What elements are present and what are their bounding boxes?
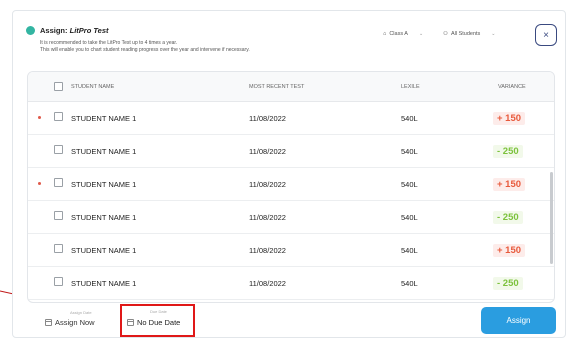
modal-subtitle: It is recommended to take the LitPro Tes… (40, 40, 250, 53)
lexile: 540L (401, 246, 418, 255)
class-filter-dropdown[interactable]: ⌂ Class A ⌄ (383, 31, 423, 37)
table-scrollbar[interactable] (550, 172, 553, 264)
modal-header: Assign: LitPro Test It is recommended to… (13, 11, 565, 71)
chevron-down-icon: ⌄ (491, 31, 496, 37)
assign-screen: Assign: LitPro Test It is recommended to… (0, 0, 570, 341)
due-date-value: No Due Date (137, 318, 181, 327)
title-prefix: Assign: (40, 26, 68, 35)
subtitle-line-2: This will enable you to chart student re… (40, 46, 250, 53)
header-most-recent-test[interactable]: MOST RECENT TEST (249, 84, 304, 90)
lexile: 540L (401, 114, 418, 123)
assign-modal: Assign: LitPro Test It is recommended to… (12, 10, 566, 338)
lexile: 540L (401, 147, 418, 156)
most-recent-test: 11/08/2022 (249, 246, 286, 255)
lexile: 540L (401, 213, 418, 222)
calendar-icon (45, 319, 52, 326)
table-row[interactable]: STUDENT NAME 1 11/08/2022 540L + 150 (28, 168, 554, 201)
calendar-icon (127, 319, 134, 326)
flag-dot-icon (38, 182, 41, 185)
table-row[interactable]: STUDENT NAME 1 11/08/2022 540L - 250 (28, 135, 554, 168)
assign-now-dropdown[interactable]: Assign Now (45, 318, 95, 327)
due-date-dropdown[interactable]: No Due Date (127, 318, 180, 327)
student-name: STUDENT NAME 1 (71, 180, 137, 189)
most-recent-test: 11/08/2022 (249, 180, 286, 189)
class-icon: ⌂ (383, 31, 387, 37)
close-icon: × (543, 29, 549, 41)
table-row[interactable]: STUDENT NAME 1 11/08/2022 540L - 250 (28, 267, 554, 300)
assign-button[interactable]: Assign (481, 307, 556, 334)
variance-value: + 150 (493, 178, 526, 191)
row-checkbox[interactable] (54, 112, 63, 121)
litpro-logo-icon (26, 26, 35, 35)
row-checkbox[interactable] (54, 178, 63, 187)
title-test-name: LitPro Test (69, 26, 109, 35)
most-recent-test: 11/08/2022 (249, 147, 286, 156)
student-name: STUDENT NAME 1 (71, 279, 137, 288)
student-name: STUDENT NAME 1 (71, 246, 137, 255)
student-name: STUDENT NAME 1 (71, 213, 137, 222)
variance-value: + 150 (493, 244, 526, 257)
table-row[interactable]: STUDENT NAME 1 11/08/2022 540L + 150 (28, 102, 554, 135)
class-filter-value: Class A (389, 31, 408, 37)
table-row[interactable]: STUDENT NAME 1 11/08/2022 540L + 150 (28, 234, 554, 267)
variance-value: - 250 (493, 277, 523, 290)
students-filter-dropdown[interactable]: ⚇ All Students ⌄ (443, 31, 496, 37)
header-student-name[interactable]: STUDENT NAME (71, 84, 114, 90)
due-date-label: Due Date (150, 309, 167, 314)
header-lexile[interactable]: LEXILE (401, 84, 420, 90)
select-all-checkbox[interactable] (54, 82, 63, 91)
variance-value: + 150 (493, 112, 526, 125)
chevron-down-icon: ⌄ (418, 31, 424, 37)
variance-value: - 250 (493, 211, 523, 224)
row-checkbox[interactable] (54, 277, 63, 286)
student-name: STUDENT NAME 1 (71, 114, 137, 123)
table-header: STUDENT NAME MOST RECENT TEST LEXILE VAR… (28, 72, 554, 102)
students-table: STUDENT NAME MOST RECENT TEST LEXILE VAR… (27, 71, 555, 303)
most-recent-test: 11/08/2022 (249, 114, 286, 123)
student-name: STUDENT NAME 1 (71, 147, 137, 156)
most-recent-test: 11/08/2022 (249, 279, 286, 288)
assign-date-label: Assign Date (70, 310, 92, 315)
variance-value: - 250 (493, 145, 523, 158)
assign-button-label: Assign (506, 316, 531, 325)
assign-now-value: Assign Now (55, 318, 95, 327)
row-checkbox[interactable] (54, 145, 63, 154)
modal-title: Assign: LitPro Test (26, 26, 109, 35)
flag-dot-icon (38, 116, 41, 119)
students-filter-value: All Students (450, 31, 481, 37)
row-checkbox[interactable] (54, 211, 63, 220)
row-checkbox[interactable] (54, 244, 63, 253)
close-button[interactable]: × (535, 24, 557, 46)
lexile: 540L (401, 279, 418, 288)
header-variance[interactable]: VARIANCE (498, 84, 526, 90)
students-icon: ⚇ (443, 31, 448, 37)
table-row[interactable]: STUDENT NAME 1 11/08/2022 540L - 250 (28, 201, 554, 234)
lexile: 540L (401, 180, 418, 189)
most-recent-test: 11/08/2022 (249, 213, 286, 222)
